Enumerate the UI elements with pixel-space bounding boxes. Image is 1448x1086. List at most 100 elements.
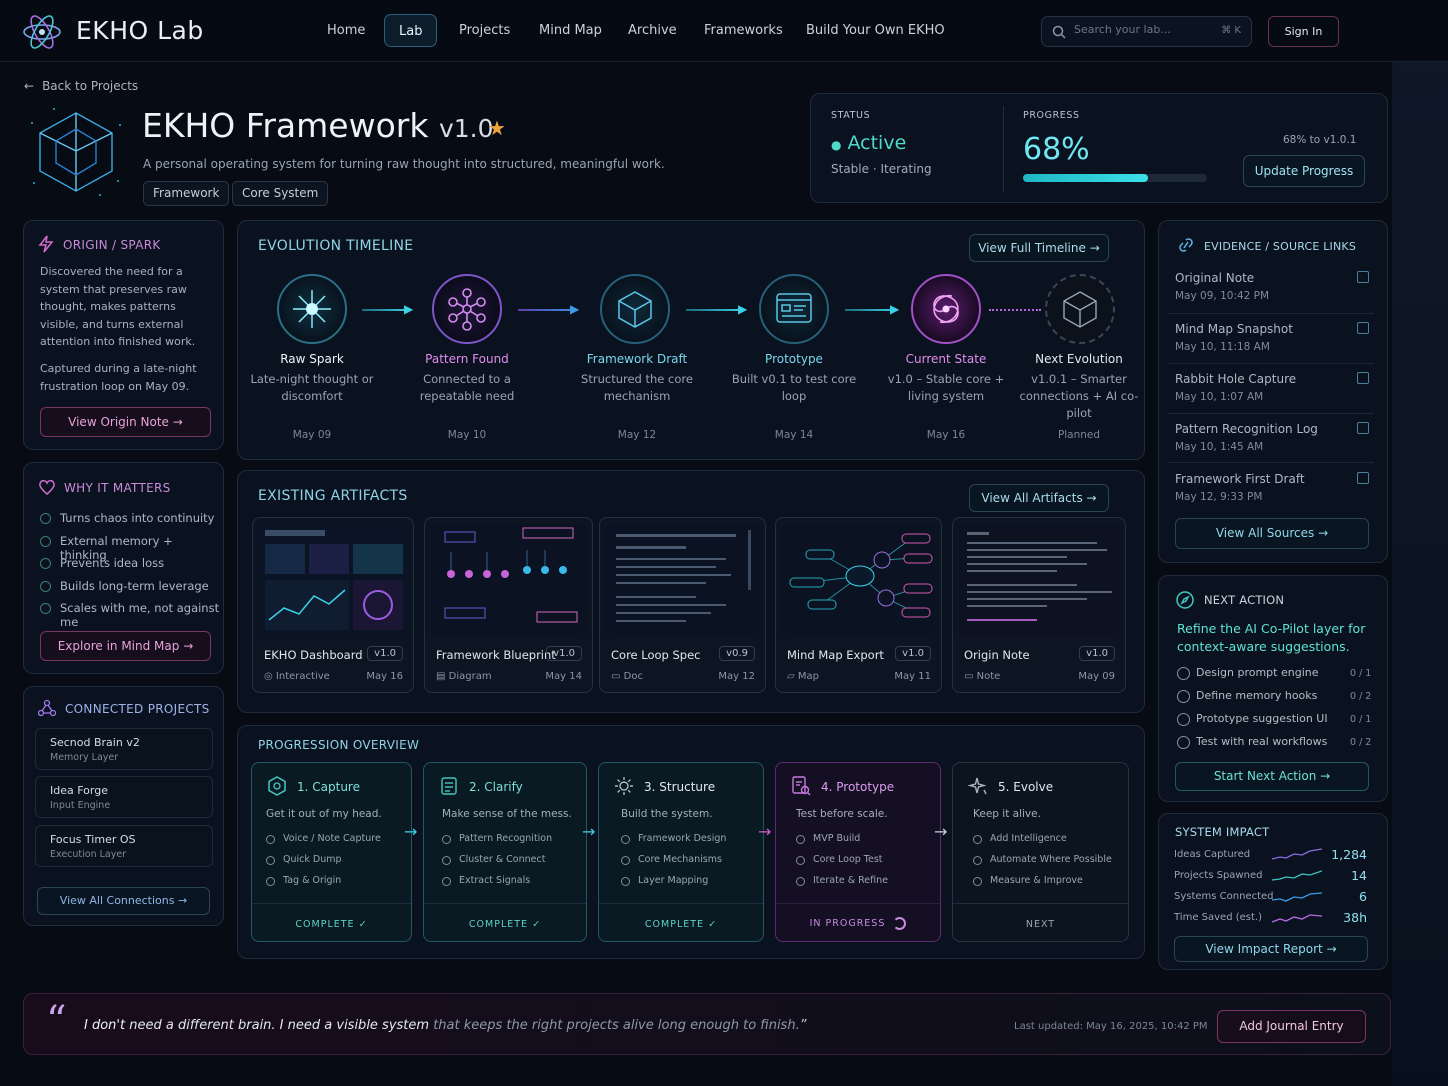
start-next-action-button[interactable]: Start Next Action → (1175, 762, 1369, 791)
stage-clarify[interactable]: 2. Clarify Make sense of the mess. Patte… (423, 762, 587, 942)
quote-bar: “ I don't need a different brain. I need… (23, 993, 1391, 1055)
atom-logo-icon (23, 15, 61, 49)
artifact-card[interactable]: Origin Note v1.0 ▭ Note May 09 (952, 517, 1126, 693)
external-link-icon[interactable] (1357, 422, 1369, 434)
sign-in-button[interactable]: Sign In (1268, 16, 1339, 47)
impact-label: Systems Connected (1174, 891, 1274, 902)
stage-prototype[interactable]: 4. Prototype Test before scale. MVP Buil… (775, 762, 941, 942)
source-item[interactable]: Pattern Recognition Log May 10, 1:45 AM (1175, 422, 1318, 453)
nav-archive[interactable]: Archive (614, 14, 691, 47)
timeline-node-prototype[interactable] (759, 274, 829, 344)
update-progress-button[interactable]: Update Progress (1243, 155, 1365, 187)
source-name: Rabbit Hole Capture (1175, 372, 1297, 386)
source-date: May 10, 1:07 AM (1175, 391, 1264, 403)
artifact-card[interactable]: Core Loop Spec v0.9 ▭ Doc May 12 (599, 517, 766, 693)
next-action-item[interactable]: Test with real workflows (1177, 735, 1327, 749)
why-panel: WHY IT MATTERS Turns chaos into continui… (23, 462, 224, 674)
divider (1168, 363, 1374, 364)
source-item[interactable]: Rabbit Hole Capture May 10, 1:07 AM (1175, 372, 1296, 403)
view-all-sources-button[interactable]: View All Sources → (1175, 518, 1369, 549)
impact-title: SYSTEM IMPACT (1175, 825, 1270, 839)
favorite-star-icon[interactable]: ★ (488, 116, 506, 140)
external-link-icon[interactable] (1357, 322, 1369, 334)
quote-text: I don't need a different brain. I need a… (84, 1018, 807, 1033)
view-all-artifacts-button[interactable]: View All Artifacts → (969, 484, 1109, 512)
stage-status-label: COMPLETE (644, 919, 705, 930)
nav-home[interactable]: Home (313, 14, 379, 47)
timeline-step-name: Pattern Found (425, 352, 509, 366)
source-item[interactable]: Mind Map Snapshot May 10, 11:18 AM (1175, 322, 1293, 353)
next-action-item[interactable]: Define memory hooks (1177, 689, 1318, 703)
stage-status: COMPLETE ✓ (252, 919, 411, 930)
next-action-title: NEXT ACTION (1204, 593, 1285, 607)
artifact-card[interactable]: Mind Map Export v1.0 ▱ Map May 11 (775, 517, 942, 693)
artifact-version: v1.0 (546, 646, 582, 661)
tag-core-system[interactable]: Core System (232, 181, 329, 206)
spark-icon (293, 290, 331, 328)
stage-arrow-icon: → (934, 822, 948, 841)
timeline-node-framework-draft[interactable] (600, 274, 670, 344)
nav-frameworks[interactable]: Frameworks (690, 14, 797, 47)
progress-percent: 68% (1023, 132, 1090, 167)
source-item[interactable]: Original Note May 09, 10:42 PM (1175, 271, 1269, 302)
background-lab-scene (1392, 62, 1448, 1086)
why-title: WHY IT MATTERS (64, 481, 171, 495)
stage-item: Add Intelligence (973, 833, 1112, 854)
artifact-type-label: Doc (623, 671, 643, 682)
artifact-card[interactable]: Framework Blueprint v1.0 ▤ Diagram May 1… (424, 517, 593, 693)
connected-project-item[interactable]: Secnod Brain v2 Memory Layer (35, 728, 213, 770)
stage-capture[interactable]: 1. Capture Get it out of my head. Voice … (251, 762, 412, 942)
connected-project-item[interactable]: Focus Timer OS Execution Layer (35, 825, 213, 867)
next-action-item[interactable]: Prototype suggestion UI (1177, 712, 1328, 726)
view-impact-report-button[interactable]: View Impact Report → (1174, 936, 1368, 962)
doc-icon: ▭ (611, 671, 621, 682)
capture-hex-icon (268, 776, 286, 796)
nav-mind-map[interactable]: Mind Map (525, 14, 616, 47)
view-full-timeline-button[interactable]: View Full Timeline → (969, 234, 1109, 262)
timeline-node-current-state[interactable] (911, 274, 981, 344)
explore-mind-map-button[interactable]: Explore in Mind Map → (40, 631, 211, 661)
artifact-card[interactable]: EKHO Dashboard v1.0 ◎ Interactive May 16 (252, 517, 414, 693)
arrow-right-icon: → (1086, 491, 1097, 505)
external-link-icon[interactable] (1357, 271, 1369, 283)
last-updated-value: May 16, 2025, 10:42 PM (1086, 1021, 1208, 1032)
stage-item: Quick Dump (266, 854, 381, 875)
stage-item: MVP Build (796, 833, 888, 854)
sources-title: EVIDENCE / SOURCE LINKS (1204, 240, 1357, 253)
next-action-item[interactable]: Design prompt engine (1177, 666, 1319, 680)
view-all-connections-button[interactable]: View All Connections → (37, 887, 210, 915)
timeline-node-raw-spark[interactable] (277, 274, 347, 344)
view-all-sources-label: View All Sources (1215, 526, 1315, 540)
tag-framework[interactable]: Framework (143, 181, 230, 206)
artifact-thumbnail-dashboard (259, 524, 407, 638)
project-sub: Execution Layer (50, 849, 127, 860)
external-link-icon[interactable] (1357, 472, 1369, 484)
timeline-node-pattern-found[interactable] (432, 274, 502, 344)
back-link[interactable]: ← Back to Projects (24, 79, 138, 93)
nav-projects[interactable]: Projects (445, 14, 524, 47)
artifact-type-label: Diagram (448, 671, 492, 682)
impact-value: 6 (1359, 889, 1367, 904)
stage-sub: Test before scale. (796, 808, 888, 820)
next-action-count: 0 / 1 (1350, 668, 1372, 679)
project-name: Idea Forge (50, 784, 108, 797)
search-box[interactable]: ⌘ K (1041, 16, 1252, 47)
next-action-item-label: Define memory hooks (1196, 689, 1318, 702)
stage-item: Tag & Origin (266, 875, 381, 896)
external-link-icon[interactable] (1357, 372, 1369, 384)
stage-evolve[interactable]: 5. Evolve Keep it alive. Add Intelligenc… (952, 762, 1129, 942)
timeline-node-next-evolution[interactable] (1045, 274, 1115, 344)
nav-build-your-own[interactable]: Build Your Own EKHO (792, 14, 959, 47)
search-input[interactable] (1074, 23, 1214, 36)
map-icon: ▱ (787, 671, 795, 682)
source-item[interactable]: Framework First Draft May 12, 9:33 PM (1175, 472, 1305, 503)
stage-structure[interactable]: 3. Structure Build the system. Framework… (598, 762, 764, 942)
nav-lab[interactable]: Lab (384, 14, 438, 47)
view-origin-note-button[interactable]: View Origin Note → (40, 407, 211, 437)
stage-divider (424, 903, 586, 904)
link-icon (1179, 238, 1193, 252)
add-journal-entry-button[interactable]: Add Journal Entry (1217, 1010, 1366, 1043)
connected-title: CONNECTED PROJECTS (65, 702, 210, 716)
stage-status-label: IN PROGRESS (809, 918, 886, 929)
connected-project-item[interactable]: Idea Forge Input Engine (35, 776, 213, 818)
